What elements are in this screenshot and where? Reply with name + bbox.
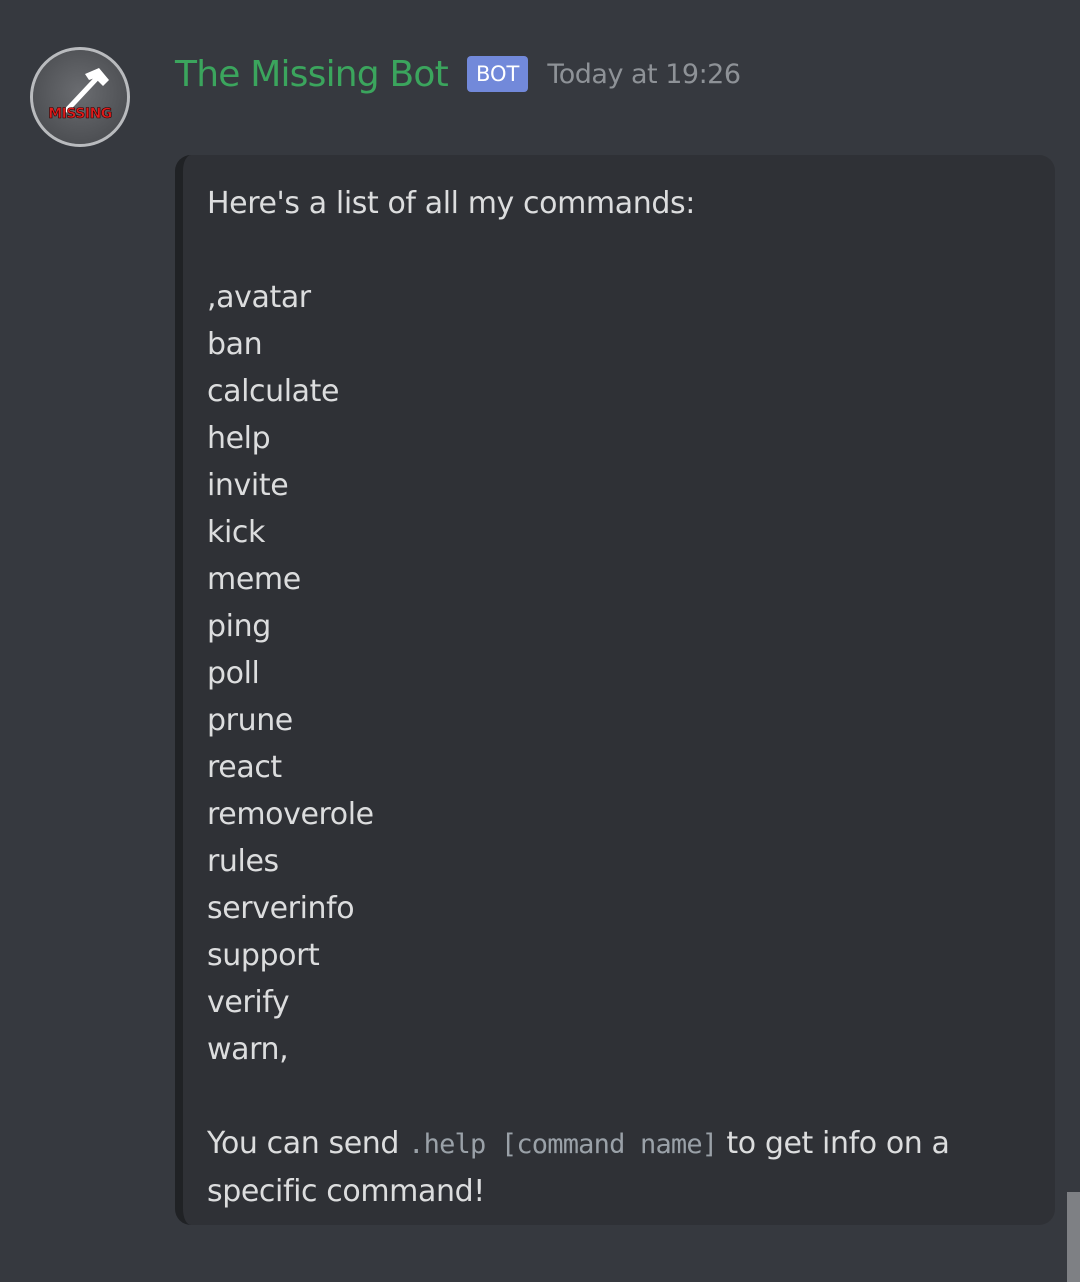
- avatar-logo-text: MISSING: [48, 106, 113, 123]
- command-item: verify: [207, 985, 290, 1020]
- command-item: support: [207, 938, 320, 973]
- hammer-icon: [33, 50, 127, 144]
- command-item: warn,: [207, 1032, 289, 1067]
- chat-message: MISSING The Missing Bot BOT Today at 19:…: [0, 0, 1080, 1282]
- command-item: rules: [207, 844, 279, 879]
- inline-code: .help [command name]: [408, 1129, 718, 1160]
- command-item: serverinfo: [207, 891, 355, 926]
- command-item: poll: [207, 656, 260, 691]
- bot-avatar[interactable]: MISSING: [30, 47, 130, 147]
- command-item: calculate: [207, 374, 340, 409]
- embed-intro: Here's a list of all my commands:: [207, 186, 695, 221]
- message-timestamp[interactable]: Today at 19:26: [547, 59, 741, 90]
- command-item: removerole: [207, 797, 374, 832]
- footer-prefix: You can send: [207, 1126, 409, 1161]
- command-item: ping: [207, 609, 271, 644]
- command-item: meme: [207, 562, 301, 597]
- bot-badge: BOT: [466, 56, 529, 92]
- command-item: kick: [207, 515, 265, 550]
- command-item: ,avatar: [207, 280, 311, 315]
- command-item: help: [207, 421, 271, 456]
- embed-description: Here's a list of all my commands: ,avata…: [207, 180, 1037, 1215]
- embed-footer-text: You can send .help [command name] to get…: [207, 1120, 1037, 1215]
- scrollbar-thumb[interactable]: [1067, 1192, 1080, 1282]
- username[interactable]: The Missing Bot: [175, 54, 449, 95]
- message-header: The Missing Bot BOT Today at 19:26: [175, 46, 741, 102]
- command-item: react: [207, 750, 282, 785]
- command-item: prune: [207, 703, 293, 738]
- command-item: invite: [207, 468, 289, 503]
- command-item: ban: [207, 327, 263, 362]
- message-embed: Here's a list of all my commands: ,avata…: [175, 155, 1055, 1225]
